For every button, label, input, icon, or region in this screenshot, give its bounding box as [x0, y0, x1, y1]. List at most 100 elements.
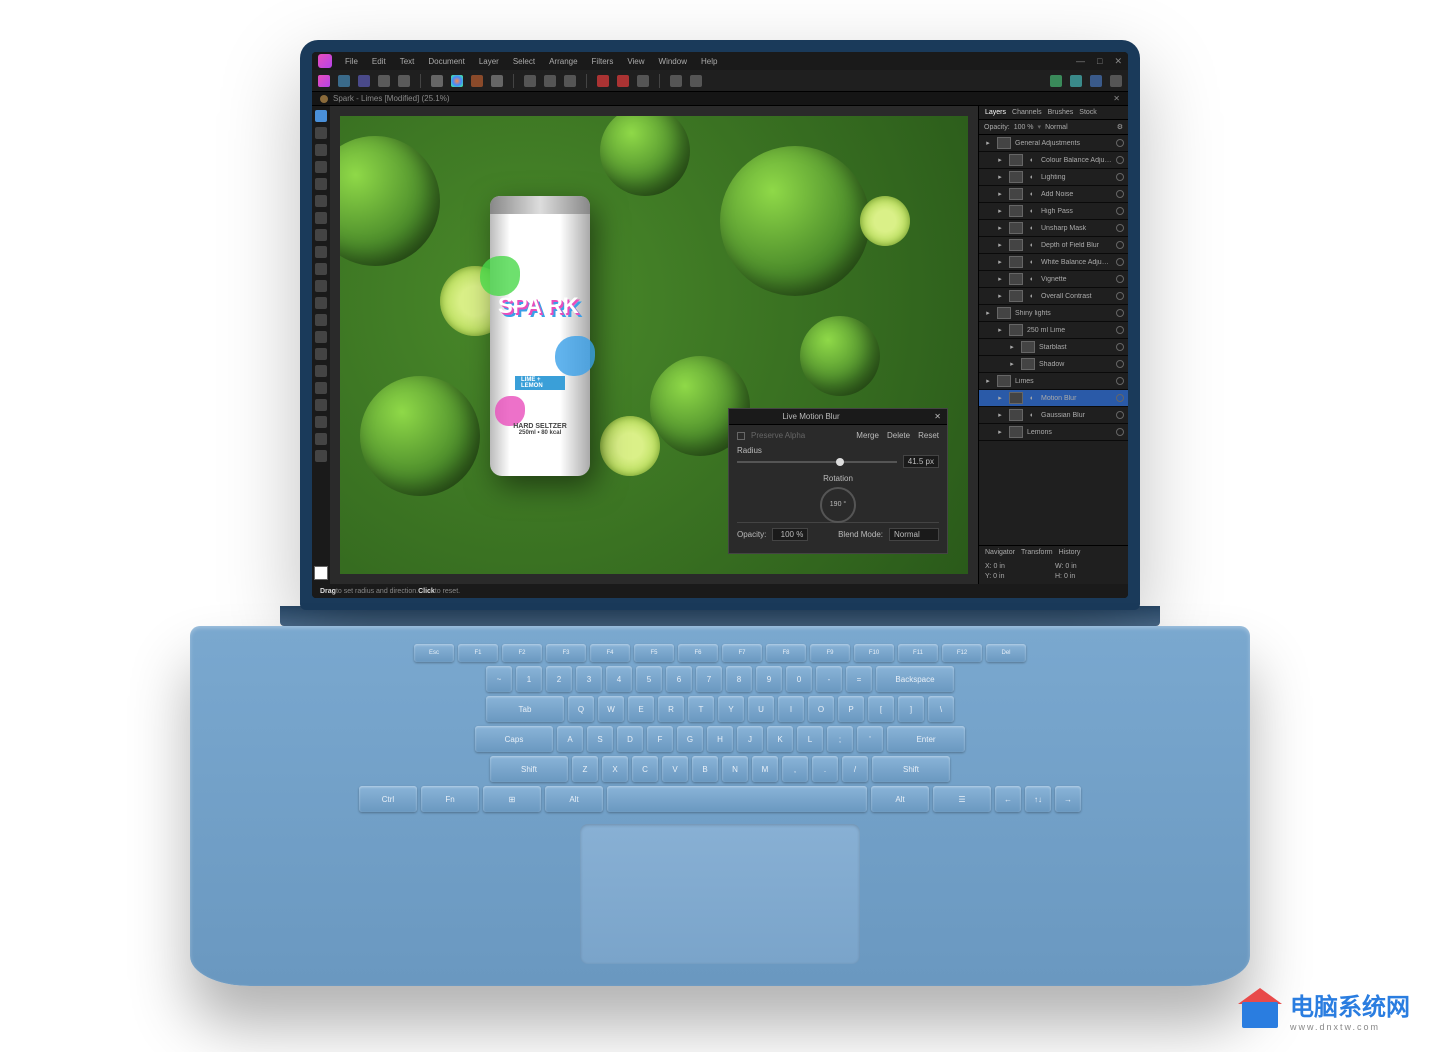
gear-icon[interactable]: ⚙	[1117, 123, 1123, 131]
chevron-icon[interactable]: ▸	[995, 427, 1005, 437]
dialog-titlebar[interactable]: Live Motion Blur ✕	[729, 409, 947, 425]
key[interactable]: J	[737, 726, 763, 752]
close-icon[interactable]: ✕	[1114, 56, 1122, 67]
layer-row[interactable]: ▸◐White Balance Adjustment	[979, 254, 1128, 271]
chevron-icon[interactable]: ▸	[983, 376, 993, 386]
key[interactable]: Alt	[871, 786, 929, 812]
key[interactable]: 2	[546, 666, 572, 692]
transform-y-input[interactable]: Y: 0 in	[985, 573, 1052, 580]
canvas[interactable]: SPA RK LIME + LEMON HARD SELTZER 250ml •…	[340, 116, 968, 574]
layer-row[interactable]: ▸250 ml Lime	[979, 322, 1128, 339]
key[interactable]: 5	[636, 666, 662, 692]
key[interactable]: -	[816, 666, 842, 692]
key[interactable]: ,	[782, 756, 808, 782]
key[interactable]: V	[662, 756, 688, 782]
key[interactable]: Y	[718, 696, 744, 722]
toolbar-grid-icon[interactable]	[524, 75, 536, 87]
app-logo-icon[interactable]	[318, 54, 332, 68]
key[interactable]: \	[928, 696, 954, 722]
toolbar-snap-icon[interactable]	[544, 75, 556, 87]
node-tool-icon[interactable]	[315, 127, 327, 139]
toolbar-autolevels-icon[interactable]	[491, 75, 503, 87]
toolbar-align-right-icon[interactable]	[637, 75, 649, 87]
canvas-area[interactable]: SPA RK LIME + LEMON HARD SELTZER 250ml •…	[330, 106, 978, 584]
layer-row[interactable]: ▸◐Motion Blur	[979, 390, 1128, 407]
key[interactable]: H	[707, 726, 733, 752]
crop-tool-icon[interactable]	[315, 144, 327, 156]
chevron-icon[interactable]: ▸	[1007, 359, 1017, 369]
flood-tool-icon[interactable]	[315, 212, 327, 224]
key[interactable]: K	[767, 726, 793, 752]
key[interactable]: Tab	[486, 696, 564, 722]
layer-row[interactable]: ▸◐Overall Contrast	[979, 288, 1128, 305]
visibility-toggle-icon[interactable]	[1116, 343, 1124, 351]
key[interactable]: 1	[516, 666, 542, 692]
key[interactable]: T	[688, 696, 714, 722]
toolbar-swatch-2[interactable]	[471, 75, 483, 87]
layer-row[interactable]: ▸Shadow	[979, 356, 1128, 373]
key[interactable]: O	[808, 696, 834, 722]
move-tool-icon[interactable]	[315, 110, 327, 122]
key[interactable]: Q	[568, 696, 594, 722]
layer-row[interactable]: ▸Lemons	[979, 424, 1128, 441]
key[interactable]: L	[797, 726, 823, 752]
layer-row[interactable]: ▸Starblast	[979, 339, 1128, 356]
key[interactable]: Caps	[475, 726, 553, 752]
key[interactable]: Del	[986, 644, 1026, 662]
key[interactable]: A	[557, 726, 583, 752]
key[interactable]: F10	[854, 644, 894, 662]
transform-x-input[interactable]: X: 0 in	[985, 563, 1052, 570]
persona-export-icon[interactable]	[398, 75, 410, 87]
chevron-icon[interactable]: ▸	[995, 291, 1005, 301]
heal-tool-icon[interactable]	[315, 280, 327, 292]
key[interactable]: =	[846, 666, 872, 692]
hand-tool-icon[interactable]	[315, 450, 327, 462]
key[interactable]: F7	[722, 644, 762, 662]
chevron-icon[interactable]: ▸	[995, 410, 1005, 420]
visibility-toggle-icon[interactable]	[1116, 139, 1124, 147]
key[interactable]: 7	[696, 666, 722, 692]
layer-row[interactable]: ▸General Adjustments	[979, 135, 1128, 152]
visibility-toggle-icon[interactable]	[1116, 394, 1124, 402]
chevron-icon[interactable]: ▸	[995, 155, 1005, 165]
key[interactable]: S	[587, 726, 613, 752]
key[interactable]: Ctrl	[359, 786, 417, 812]
key[interactable]: Fn	[421, 786, 479, 812]
key[interactable]: 0	[786, 666, 812, 692]
key[interactable]: R	[658, 696, 684, 722]
persona-develop-icon[interactable]	[358, 75, 370, 87]
key[interactable]: F6	[678, 644, 718, 662]
key[interactable]: '	[857, 726, 883, 752]
chevron-icon[interactable]: ▸	[995, 223, 1005, 233]
menu-filters[interactable]: Filters	[587, 55, 619, 68]
key[interactable]: P	[838, 696, 864, 722]
tab-channels[interactable]: Channels	[1012, 109, 1042, 116]
key[interactable]: Shift	[490, 756, 568, 782]
toolbar-flip-icon[interactable]	[690, 75, 702, 87]
key[interactable]: ~	[486, 666, 512, 692]
dialog-close-icon[interactable]: ✕	[934, 412, 941, 421]
dodge-tool-icon[interactable]	[315, 297, 327, 309]
toolbar-color-wheel-icon[interactable]	[451, 75, 463, 87]
erase-tool-icon[interactable]	[315, 246, 327, 258]
smudge-tool-icon[interactable]	[315, 331, 327, 343]
menu-layer[interactable]: Layer	[474, 55, 504, 68]
key[interactable]: N	[722, 756, 748, 782]
visibility-toggle-icon[interactable]	[1116, 309, 1124, 317]
chevron-icon[interactable]: ▸	[983, 308, 993, 318]
dialog-blend-select[interactable]: Normal	[889, 528, 939, 541]
layer-row[interactable]: ▸Limes	[979, 373, 1128, 390]
layer-row[interactable]: ▸◐Depth of Field Blur	[979, 237, 1128, 254]
layer-row[interactable]: ▸◐High Pass	[979, 203, 1128, 220]
visibility-toggle-icon[interactable]	[1116, 411, 1124, 419]
key[interactable]: 9	[756, 666, 782, 692]
key[interactable]: Enter	[887, 726, 965, 752]
dialog-opacity-input[interactable]: 100 %	[772, 528, 808, 541]
radius-value-input[interactable]: 41.5 px	[903, 455, 939, 468]
key[interactable]: D	[617, 726, 643, 752]
minimize-icon[interactable]: —	[1076, 56, 1085, 67]
clone-tool-icon[interactable]	[315, 263, 327, 275]
toolbar-stock-icon[interactable]	[1070, 75, 1082, 87]
chevron-icon[interactable]: ▸	[983, 138, 993, 148]
menu-help[interactable]: Help	[696, 55, 722, 68]
